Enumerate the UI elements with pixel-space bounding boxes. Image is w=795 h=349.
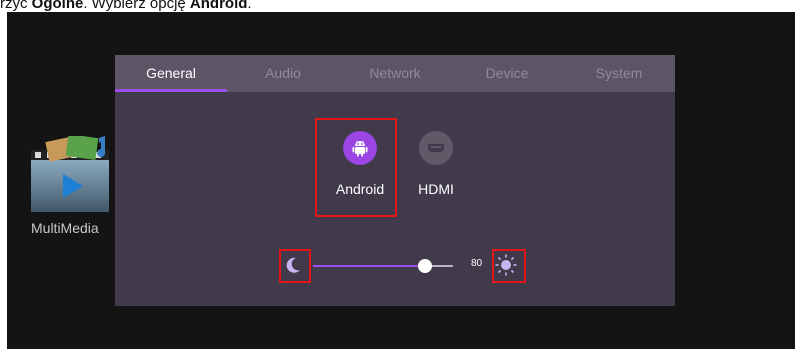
settings-panel: General Audio Network Device System Andr… — [115, 55, 675, 306]
sun-highlight-box — [492, 249, 526, 283]
source-hdmi-label: HDMI — [418, 181, 454, 197]
multimedia-label: MultiMedia — [31, 220, 99, 236]
caption-bold-android: Android — [189, 0, 248, 12]
caption-text-middle: . Wybierz opcję — [83, 0, 190, 12]
brightness-value: 80 — [471, 258, 483, 269]
multimedia-icon — [31, 134, 109, 212]
caption-bold-general: Ogólne — [31, 0, 84, 12]
android-highlight-box — [315, 118, 397, 217]
brightness-slider-thumb[interactable] — [418, 259, 432, 273]
caption-text-end: . — [247, 0, 252, 12]
settings-tab-bar: General Audio Network Device System — [115, 55, 675, 92]
hdmi-icon — [419, 131, 453, 165]
tab-device[interactable]: Device — [451, 55, 563, 92]
brightness-slider-fill — [313, 265, 425, 267]
caption-text: rzyć — [0, 0, 28, 12]
moon-highlight-box — [279, 249, 311, 283]
device-screen: MultiMedia General Audio Network Device … — [7, 12, 795, 349]
tab-audio[interactable]: Audio — [227, 55, 339, 92]
multimedia-app[interactable]: MultiMedia — [27, 134, 117, 246]
source-hdmi[interactable]: HDMI — [407, 131, 465, 197]
brightness-slider[interactable] — [313, 259, 453, 273]
tab-general[interactable]: General — [115, 55, 227, 92]
tab-system[interactable]: System — [563, 55, 675, 92]
tab-network[interactable]: Network — [339, 55, 451, 92]
